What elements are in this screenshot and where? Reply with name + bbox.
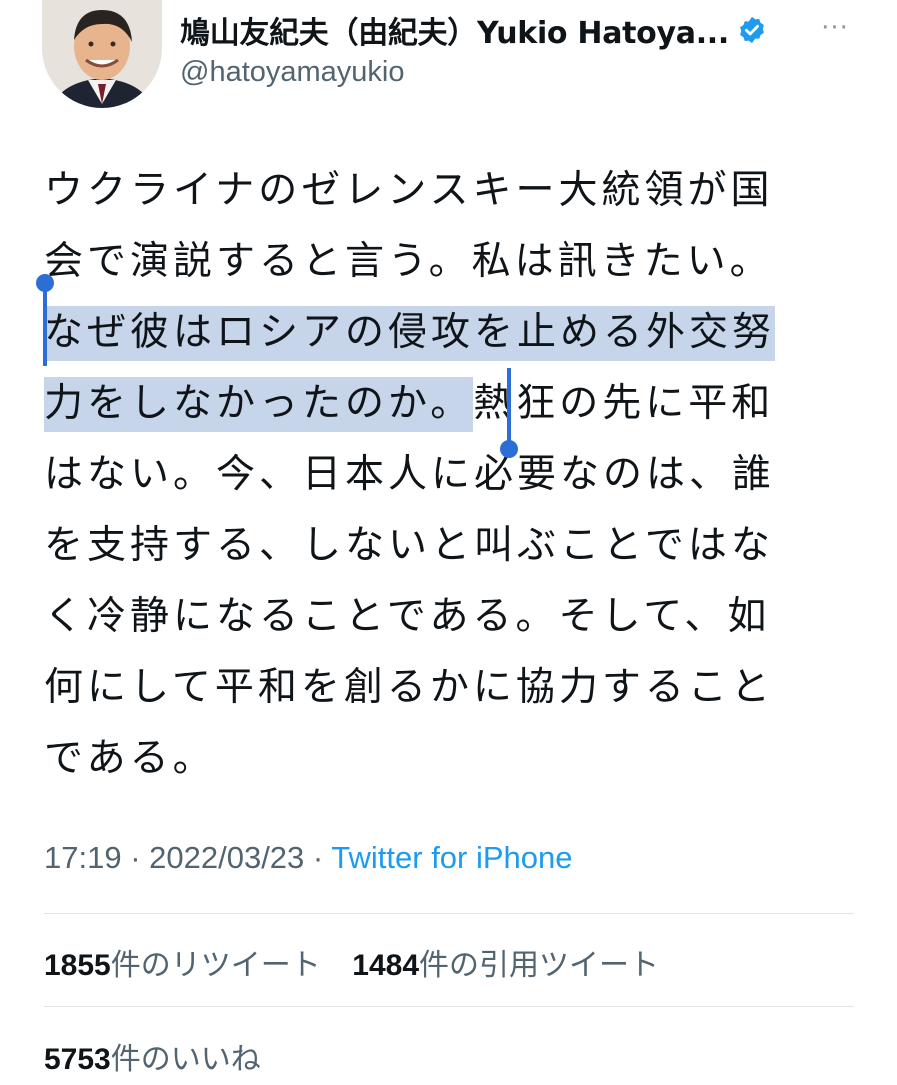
likes-row: 5753件のいいね (44, 1034, 283, 1078)
tweet-line: を支持する、しないと叫ぶことではな (44, 510, 844, 581)
selection-end-caret (507, 368, 511, 448)
verified-badge-icon (737, 15, 767, 45)
likes-stat[interactable]: 5753件のいいね (44, 1042, 261, 1077)
tweet-text: ウクライナのゼレンスキー大統領が国 会で演説すると言う。私は訊きたい。 なぜ彼は… (44, 155, 844, 794)
quotes-label: 件の引用ツイート (419, 948, 660, 983)
meta-separator: · (304, 840, 332, 875)
author-handle[interactable]: @hatoyamayukio (180, 56, 405, 89)
tweet-time: 17:19 (44, 840, 122, 875)
display-name[interactable]: 鳩山友紀夫（由紀夫）Yukio Hatoya... (180, 8, 729, 52)
tweet-text-segment: を支持する、しないと叫ぶことではな (44, 523, 774, 568)
tweet-line: 何にして平和を創るかに協力すること (44, 652, 844, 723)
tweet-meta: 17:19 · 2022/03/23 · Twitter for iPhone (44, 840, 573, 876)
tweet-line: く冷静になることである。そして、如 (44, 581, 844, 652)
tweet-line: はない。今、日本人に必要なのは、誰 (44, 439, 844, 510)
avatar[interactable] (42, 0, 162, 108)
meta-separator: · (121, 840, 150, 875)
tweet-text-segment: 熱狂の先に平和 (473, 381, 775, 426)
tweet-text-segment: ウクライナのゼレンスキー大統領が国 (44, 168, 774, 213)
tweet-source-link[interactable]: Twitter for iPhone (331, 840, 572, 875)
divider (44, 1006, 854, 1007)
tweet-line: 力をしなかったのか。熱狂の先に平和 (44, 368, 844, 439)
tweet-line: である。 (44, 723, 844, 794)
tweet-text-segment: く冷静になることである。そして、如 (44, 594, 771, 639)
retweets-count: 1855 (44, 949, 111, 982)
quotes-count: 1484 (352, 949, 420, 982)
tweet-line: ウクライナのゼレンスキー大統領が国 (44, 155, 844, 226)
selection-end-handle[interactable] (500, 440, 518, 458)
tweet-line: 会で演説すると言う。私は訊きたい。 (44, 226, 844, 297)
tweet-line: なぜ彼はロシアの侵攻を止める外交努 (44, 297, 844, 368)
more-options-icon[interactable]: ··· (815, 15, 855, 41)
selected-text[interactable]: 力をしなかったのか。 (44, 377, 474, 432)
engagement-row: 1855件のリツイート 1484件の引用ツイート (44, 940, 681, 984)
likes-label: 件のいいね (110, 1042, 261, 1077)
tweet-text-segment: である。 (44, 736, 216, 781)
author-name-row[interactable]: 鳩山友紀夫（由紀夫）Yukio Hatoya... (180, 8, 820, 52)
likes-count: 5753 (44, 1043, 111, 1076)
divider (44, 913, 854, 914)
profile-photo (42, 0, 162, 108)
selection-start-caret (43, 286, 47, 366)
tweet-text-segment: 何にして平和を創るかに協力すること (44, 665, 774, 710)
retweets-label: 件のリツイート (110, 948, 321, 983)
tweet-text-segment: 会で演説すると言う。私は訊きたい。 (44, 239, 773, 284)
quotes-stat[interactable]: 1484件の引用ツイート (352, 948, 659, 983)
tweet-date: 2022/03/23 (149, 840, 305, 875)
retweets-stat[interactable]: 1855件のリツイート (44, 948, 321, 983)
tweet-text-segment: はない。今、日本人に必要なのは、誰 (44, 452, 776, 497)
selected-text[interactable]: なぜ彼はロシアの侵攻を止める外交努 (44, 306, 776, 361)
